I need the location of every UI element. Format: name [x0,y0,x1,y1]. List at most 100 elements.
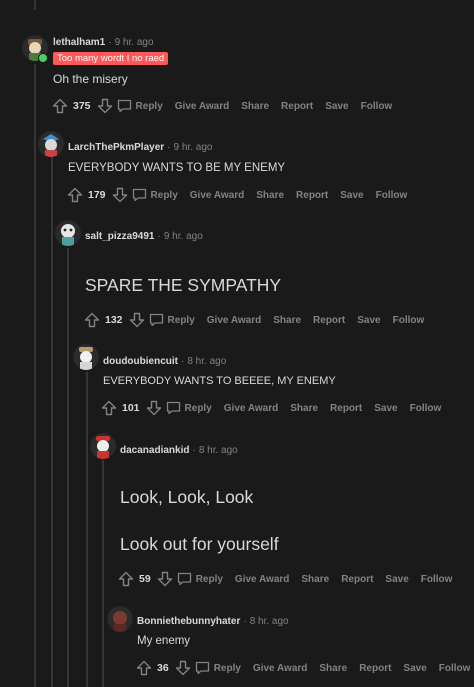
vote-score: 375 [73,100,91,112]
reply-label: Reply [150,189,178,201]
follow-button[interactable]: Follow [410,403,442,414]
author-name[interactable]: doudoubiencuit [103,356,178,367]
report-button[interactable]: Report [281,101,313,112]
comment-actions: 59 Reply Give Award Share Report Save Fo… [118,569,464,589]
give-award-button[interactable]: Give Award [224,403,278,414]
timestamp[interactable]: 9 hr. ago [164,231,203,242]
thread-line-4[interactable] [86,372,88,687]
follow-button[interactable]: Follow [376,190,408,201]
avatar[interactable] [90,433,116,459]
online-indicator-icon [38,53,48,63]
thread-line-3[interactable] [67,248,69,687]
reply-bubble-icon [149,313,163,327]
vote-score: 36 [157,662,169,674]
downvote-icon[interactable] [112,187,128,203]
report-button[interactable]: Report [341,574,373,585]
timestamp[interactable]: 9 hr. ago [174,142,213,153]
timestamp[interactable]: 8 hr. ago [250,616,289,627]
reply-button[interactable]: Reply [145,313,195,327]
author-name[interactable]: lethalham1 [53,37,105,48]
share-button[interactable]: Share [241,101,269,112]
timestamp[interactable]: 9 hr. ago [115,37,154,48]
comment-body: My enemy [137,635,191,647]
separator: · [181,356,185,367]
upvote-icon[interactable] [136,660,152,676]
report-button[interactable]: Report [359,663,391,674]
author-name[interactable]: dacanadiankid [120,445,189,456]
comment-actions: 179 Reply Give Award Share Report Save F… [67,185,419,205]
follow-button[interactable]: Follow [421,574,453,585]
give-award-button[interactable]: Give Award [207,315,261,326]
reply-button[interactable]: Reply [113,99,163,113]
timestamp[interactable]: 8 hr. ago [199,445,238,456]
upvote-icon[interactable] [118,571,134,587]
share-button[interactable]: Share [290,403,318,414]
author-name[interactable]: Bonniethebunnyhater [137,616,240,627]
save-button[interactable]: Save [340,190,363,201]
avatar[interactable] [55,220,81,246]
reply-button[interactable]: Reply [191,661,241,675]
save-button[interactable]: Save [374,403,397,414]
reply-label: Reply [195,573,223,585]
report-button[interactable]: Report [296,190,328,201]
downvote-icon[interactable] [129,312,145,328]
comment-actions: 36 Reply Give Award Share Report Save Fo… [136,658,474,678]
comment-body: EVERYBODY WANTS TO BE MY ENEMY [68,162,286,174]
reply-label: Reply [167,314,195,326]
comment-body-line-1: Look, Look, Look [120,487,254,507]
author-name[interactable]: LarchThePkmPlayer [68,142,164,153]
give-award-button[interactable]: Give Award [235,574,289,585]
report-button[interactable]: Report [313,315,345,326]
timestamp[interactable]: 8 hr. ago [187,356,226,367]
separator: · [243,616,247,627]
reply-label: Reply [184,402,212,414]
save-button[interactable]: Save [385,574,408,585]
upvote-icon[interactable] [67,187,83,203]
separator: · [167,142,171,153]
follow-button[interactable]: Follow [439,663,471,674]
share-button[interactable]: Share [301,574,329,585]
upvote-icon[interactable] [52,98,68,114]
comment-actions: 375 Reply Give Award Share Report Save F… [52,96,404,116]
comment-body: EVERYBODY WANTS TO BEEEE, MY ENEMY [103,375,336,387]
share-button[interactable]: Share [273,315,301,326]
share-button[interactable]: Share [256,190,284,201]
vote-score: 179 [88,189,106,201]
comment-body-line-2: Look out for yourself [120,534,279,554]
save-button[interactable]: Save [357,315,380,326]
give-award-button[interactable]: Give Award [175,101,229,112]
reply-button[interactable]: Reply [128,188,178,202]
give-award-button[interactable]: Give Award [190,190,244,201]
separator: · [192,445,196,456]
thread-line-2[interactable] [51,157,53,687]
downvote-icon[interactable] [97,98,113,114]
report-button[interactable]: Report [330,403,362,414]
give-award-button[interactable]: Give Award [253,663,307,674]
thread-line-5[interactable] [102,460,104,687]
avatar[interactable] [73,344,99,370]
separator: · [108,37,112,48]
downvote-icon[interactable] [146,400,162,416]
comment-body: Oh the misery [53,72,128,86]
comment-body: SPARE THE SYMPATHY [85,275,282,295]
thread-line-1[interactable] [34,64,36,687]
share-button[interactable]: Share [319,663,347,674]
upvote-icon[interactable] [101,400,117,416]
follow-button[interactable]: Follow [393,315,425,326]
downvote-icon[interactable] [157,571,173,587]
vote-score: 59 [139,573,151,585]
thread-line-top[interactable] [34,0,36,10]
reply-bubble-icon [195,661,209,675]
reply-bubble-icon [132,188,146,202]
avatar[interactable] [107,606,133,632]
save-button[interactable]: Save [403,663,426,674]
reply-button[interactable]: Reply [173,572,223,586]
reply-button[interactable]: Reply [162,401,212,415]
save-button[interactable]: Save [325,101,348,112]
downvote-icon[interactable] [175,660,191,676]
follow-button[interactable]: Follow [361,101,393,112]
author-name[interactable]: salt_pizza9491 [85,231,155,242]
upvote-icon[interactable] [84,312,100,328]
avatar[interactable] [38,131,64,157]
reply-bubble-icon [177,572,191,586]
